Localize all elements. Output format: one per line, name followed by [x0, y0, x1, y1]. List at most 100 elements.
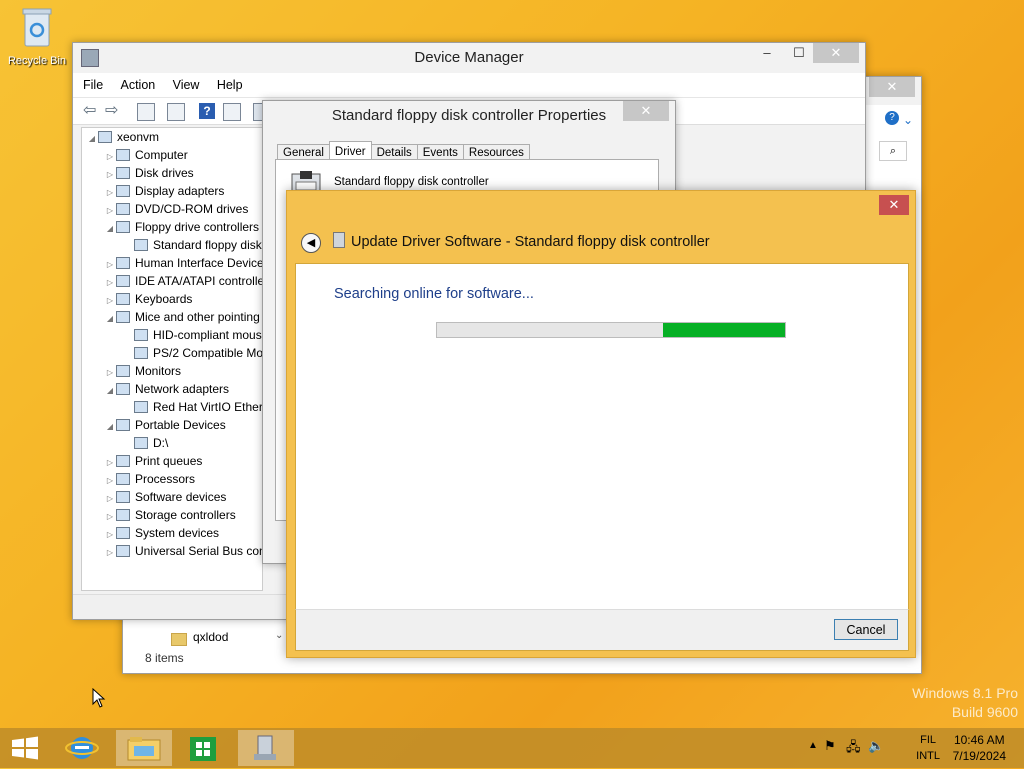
update-driver-wizard: ✕ ◀ Update Driver Software - Standard fl…: [286, 190, 916, 658]
back-arrow-icon[interactable]: ◀: [301, 233, 321, 253]
start-button[interactable]: [0, 730, 50, 766]
device-category-icon: [116, 527, 130, 539]
menu-help[interactable]: Help: [217, 78, 243, 92]
tree-item[interactable]: D:\: [82, 434, 262, 452]
device-category-icon: [134, 239, 148, 251]
device-category-icon: [116, 167, 130, 179]
action-center-flag-icon[interactable]: ⚑: [824, 738, 836, 754]
tree-item[interactable]: ▷ Human Interface Devices: [82, 254, 262, 272]
menu-bar: File Action View Help: [73, 73, 865, 98]
device-category-icon: [116, 275, 130, 287]
device-category-icon: [116, 149, 130, 161]
tree-item-label: D:\: [153, 436, 169, 450]
cancel-button[interactable]: Cancel: [834, 619, 898, 640]
menu-action[interactable]: Action: [121, 78, 156, 92]
close-button[interactable]: ✕: [813, 43, 859, 63]
chevron-down-icon[interactable]: ⌄: [903, 113, 913, 127]
device-tree[interactable]: ◢ xeonvm ▷ Computer ▷ Disk drives ▷ Display ada…: [81, 127, 263, 591]
chevron-down-icon[interactable]: ⌄: [275, 630, 283, 641]
tree-item[interactable]: ▷ Keyboards: [82, 290, 262, 308]
internet-explorer-button[interactable]: [56, 730, 112, 766]
items-count: 8 items: [145, 651, 184, 665]
tree-item[interactable]: ▷ Display adapters: [82, 182, 262, 200]
device-category-icon: [134, 347, 148, 359]
forward-arrow-icon[interactable]: ⇨: [105, 103, 121, 119]
tree-item-label: Human Interface Devices: [135, 256, 263, 270]
tree-item-label: IDE ATA/ATAPI controllers: [135, 274, 263, 288]
device-category-icon: [116, 365, 130, 377]
wizard-header: Update Driver Software - Standard floppy…: [333, 231, 710, 253]
tree-item[interactable]: HID-compliant mouse: [82, 326, 262, 344]
store-icon: [190, 737, 216, 761]
device-manager-taskbar-button[interactable]: [238, 730, 294, 766]
tree-item-label: Display adapters: [135, 184, 225, 198]
search-icon[interactable]: ⌕: [879, 141, 907, 161]
device-category-icon: [116, 419, 130, 431]
device-category-icon: [116, 545, 130, 557]
device-category-icon: [134, 437, 148, 449]
search-status: Searching online for software...: [334, 286, 534, 302]
tree-item[interactable]: ▷ System devices: [82, 524, 262, 542]
tree-item-label: System devices: [135, 526, 220, 540]
show-hide-tree-icon[interactable]: [137, 103, 155, 121]
tree-item[interactable]: ▷ IDE ATA/ATAPI controllers: [82, 272, 262, 290]
properties-close-button[interactable]: ✕: [623, 101, 669, 121]
device-category-icon: [116, 311, 130, 323]
tree-item[interactable]: ▷ Storage controllers: [82, 506, 262, 524]
recycle-bin[interactable]: Recycle Bin: [6, 6, 68, 67]
help-icon[interactable]: ?: [199, 103, 215, 119]
tree-item[interactable]: ◢ Network adapters: [82, 380, 262, 398]
show-hidden-icons-icon[interactable]: ▲: [808, 740, 818, 751]
tree-item[interactable]: ▷ Print queues: [82, 452, 262, 470]
tree-item-label: DVD/CD-ROM drives: [135, 202, 249, 216]
explorer-close-button[interactable]: ✕: [869, 77, 915, 97]
explorer-item-label[interactable]: qxldod: [193, 630, 228, 644]
tree-item[interactable]: ◢Mice and other pointing devices: [82, 308, 262, 326]
tree-item[interactable]: ▷ Processors: [82, 470, 262, 488]
minimize-button[interactable]: ‒: [753, 43, 781, 63]
collapsed-triangle-icon[interactable]: ▷: [104, 544, 116, 562]
maximize-button[interactable]: ☐: [785, 43, 813, 63]
tree-item[interactable]: Standard floppy disk controller: [82, 236, 262, 254]
tree-item[interactable]: ◢ Portable Devices: [82, 416, 262, 434]
file-explorer-button[interactable]: [116, 730, 172, 766]
tree-item[interactable]: ▷ Monitors: [82, 362, 262, 380]
network-icon[interactable]: 🖧: [846, 738, 861, 760]
help-icon[interactable]: ?: [885, 111, 899, 125]
device-category-icon: [116, 473, 130, 485]
volume-muted-icon[interactable]: 🔈: [868, 738, 884, 754]
back-arrow-icon[interactable]: ⇦: [83, 103, 99, 119]
internet-explorer-icon: [65, 737, 99, 759]
tree-item-label: Floppy drive controllers: [135, 220, 260, 234]
wizard-close-button[interactable]: ✕: [879, 195, 909, 215]
keyboard-layout: INTL: [916, 750, 940, 762]
tree-item[interactable]: ▷ Software devices: [82, 488, 262, 506]
properties-titlebar[interactable]: Standard floppy disk controller Properti…: [263, 101, 675, 131]
tree-item-label: Network adapters: [135, 382, 230, 396]
properties-icon[interactable]: [167, 103, 185, 121]
clock[interactable]: 10:46 AM 7/19/2024: [953, 732, 1006, 764]
recycle-bin-icon: [22, 8, 52, 47]
tree-item[interactable]: ◢ Floppy drive controllers: [82, 218, 262, 236]
tree-item[interactable]: Red Hat VirtIO Ethernet Adapter: [82, 398, 262, 416]
input-language[interactable]: FIL INTL: [916, 732, 940, 764]
menu-file[interactable]: File: [83, 78, 103, 92]
tree-item-label: Computer: [135, 148, 188, 162]
properties-tabs: General Driver Details Events Resources: [277, 141, 530, 162]
device-manager-titlebar[interactable]: Device Manager ‒ ☐ ✕: [73, 43, 865, 73]
tree-item[interactable]: ▷ Computer: [82, 146, 262, 164]
tree-item-label: Red Hat VirtIO Ethernet Adapter: [153, 400, 263, 414]
tree-item-label: Processors: [135, 472, 196, 486]
tree-item[interactable]: PS/2 Compatible Mouse: [82, 344, 262, 362]
menu-view[interactable]: View: [173, 78, 200, 92]
tree-item[interactable]: ▷ Universal Serial Bus controllers: [82, 542, 262, 560]
windows-logo-icon: [12, 736, 38, 760]
view-icon[interactable]: [223, 103, 241, 121]
taskbar: ▲ ⚑ 🖧 🔈 FIL INTL 10:46 AM 7/19/2024: [0, 728, 1024, 768]
device-name: Standard floppy disk controller: [334, 176, 489, 188]
store-button[interactable]: [176, 730, 232, 766]
tree-item[interactable]: ▷ DVD/CD-ROM drives: [82, 200, 262, 218]
tree-item-label: Disk drives: [135, 166, 194, 180]
tree-item[interactable]: ▷ Disk drives: [82, 164, 262, 182]
tree-item[interactable]: ◢ xeonvm: [82, 128, 262, 146]
